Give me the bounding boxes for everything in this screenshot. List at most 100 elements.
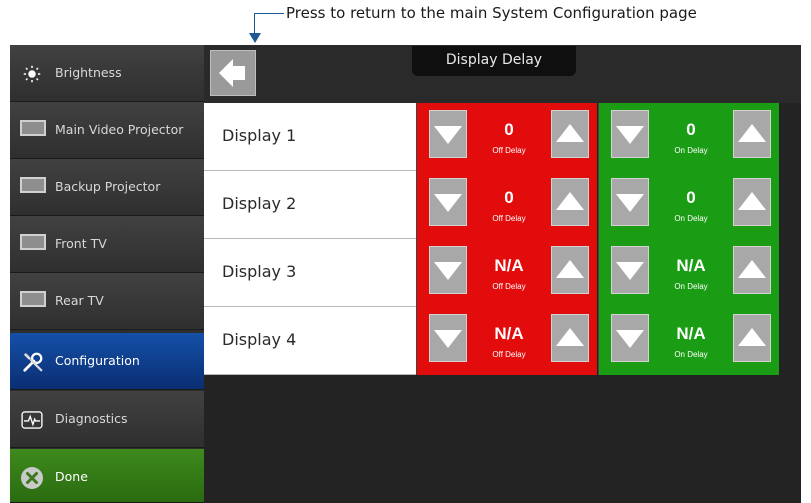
on-delay-control: 0 On Delay: [598, 103, 779, 171]
chevron-down-icon: [434, 194, 462, 212]
display-name-label: Display 1: [222, 126, 297, 145]
off-delay-value: 0: [504, 120, 514, 139]
on-delay-decrease-button[interactable]: [611, 110, 649, 158]
off-delay-decrease-button[interactable]: [429, 246, 467, 294]
off-delay-increase-button[interactable]: [551, 110, 589, 158]
sidebar-item-main-video-projector[interactable]: Main Video Projector: [10, 102, 204, 159]
close-circle-icon: [21, 467, 43, 489]
back-arrow-icon: [219, 59, 245, 87]
back-button[interactable]: [210, 50, 256, 96]
wrench-screwdriver-icon: [23, 352, 43, 372]
chevron-down-icon: [616, 262, 644, 280]
screen-icon: [20, 120, 46, 136]
off-delay-control: N/A Off Delay: [416, 307, 597, 375]
chevron-up-icon: [738, 260, 766, 278]
chevron-down-icon: [616, 330, 644, 348]
chevron-up-icon: [738, 124, 766, 142]
on-delay-decrease-button[interactable]: [611, 178, 649, 226]
off-delay-control: N/A Off Delay: [416, 239, 597, 307]
on-delay-control: N/A On Delay: [598, 239, 779, 307]
display-name: Display 2: [204, 171, 416, 239]
callout-text: Press to return to the main System Confi…: [286, 4, 697, 22]
display-name-label: Display 2: [222, 194, 297, 213]
on-delay-label: On Delay: [674, 282, 708, 291]
chevron-down-icon: [616, 194, 644, 212]
on-delay-increase-button[interactable]: [733, 178, 771, 226]
sidebar-item-diagnostics[interactable]: Diagnostics: [10, 391, 204, 448]
sidebar-item-label: Rear TV: [55, 293, 104, 308]
off-delay-label: Off Delay: [492, 146, 526, 155]
on-delay-increase-button[interactable]: [733, 314, 771, 362]
on-delay-decrease-button[interactable]: [611, 314, 649, 362]
on-delay-label: On Delay: [674, 214, 708, 223]
chevron-up-icon: [556, 192, 584, 210]
on-delay-control: 0 On Delay: [598, 171, 779, 239]
header-bar: Display Delay: [204, 45, 801, 103]
off-delay-label: Off Delay: [492, 214, 526, 223]
display-name: Display 3: [204, 239, 416, 307]
chevron-up-icon: [556, 124, 584, 142]
touch-panel: Brightness Main Video Projector Backup P…: [10, 45, 801, 503]
sun-icon: [23, 65, 41, 83]
off-delay-increase-button[interactable]: [551, 314, 589, 362]
sidebar-item-label: Front TV: [55, 236, 107, 251]
screen-icon: [20, 291, 46, 307]
table-row: Display 2 0 Off Delay 0 On Delay: [204, 171, 801, 239]
table-row: Display 1 0 Off Delay 0 On Delay: [204, 103, 801, 171]
on-delay-value: N/A: [676, 324, 706, 343]
sidebar-item-brightness[interactable]: Brightness: [10, 45, 204, 102]
off-delay-label: Off Delay: [492, 350, 526, 359]
on-delay-decrease-button[interactable]: [611, 246, 649, 294]
off-delay-value: N/A: [494, 256, 524, 275]
off-delay-increase-button[interactable]: [551, 178, 589, 226]
display-name: Display 4: [204, 307, 416, 375]
chevron-down-icon: [616, 126, 644, 144]
chevron-down-icon: [434, 126, 462, 144]
pulse-monitor-icon: [21, 411, 43, 429]
page-title: Display Delay: [412, 46, 576, 76]
table-row: Display 3 N/A Off Delay N/A On Delay: [204, 239, 801, 307]
sidebar-item-rear-tv[interactable]: Rear TV: [10, 273, 204, 330]
callout-line: [254, 13, 284, 14]
callout-line: [254, 13, 255, 35]
sidebar-item-label: Backup Projector: [55, 179, 161, 194]
chevron-up-icon: [738, 328, 766, 346]
sidebar-item-done[interactable]: Done: [10, 449, 204, 503]
screen-icon: [20, 177, 46, 193]
sidebar-item-backup-projector[interactable]: Backup Projector: [10, 159, 204, 216]
chevron-down-icon: [434, 330, 462, 348]
screen-icon: [20, 234, 46, 250]
callout-arrow-icon: [249, 33, 261, 43]
off-delay-decrease-button[interactable]: [429, 314, 467, 362]
on-delay-value: N/A: [676, 256, 706, 275]
sidebar: Brightness Main Video Projector Backup P…: [10, 45, 204, 503]
on-delay-increase-button[interactable]: [733, 246, 771, 294]
chevron-up-icon: [738, 192, 766, 210]
chevron-up-icon: [556, 328, 584, 346]
display-name-label: Display 4: [222, 330, 297, 349]
on-delay-value: 0: [686, 120, 696, 139]
off-delay-value: N/A: [494, 324, 524, 343]
off-delay-decrease-button[interactable]: [429, 110, 467, 158]
sidebar-item-label: Brightness: [55, 65, 122, 80]
chevron-up-icon: [556, 260, 584, 278]
on-delay-value: 0: [686, 188, 696, 207]
off-delay-decrease-button[interactable]: [429, 178, 467, 226]
sidebar-item-label: Configuration: [55, 353, 140, 368]
off-delay-control: 0 Off Delay: [416, 103, 597, 171]
sidebar-item-front-tv[interactable]: Front TV: [10, 216, 204, 273]
on-delay-control: N/A On Delay: [598, 307, 779, 375]
off-delay-value: 0: [504, 188, 514, 207]
sidebar-item-label: Diagnostics: [55, 411, 128, 426]
callout-annotation: Press to return to the main System Confi…: [249, 4, 809, 44]
on-delay-increase-button[interactable]: [733, 110, 771, 158]
off-delay-increase-button[interactable]: [551, 246, 589, 294]
off-delay-label: Off Delay: [492, 282, 526, 291]
display-name: Display 1: [204, 103, 416, 171]
sidebar-item-label: Main Video Projector: [55, 122, 184, 137]
on-delay-label: On Delay: [674, 350, 708, 359]
sidebar-item-label: Done: [55, 469, 88, 484]
sidebar-item-configuration[interactable]: Configuration: [10, 333, 204, 390]
on-delay-label: On Delay: [674, 146, 708, 155]
chevron-down-icon: [434, 262, 462, 280]
